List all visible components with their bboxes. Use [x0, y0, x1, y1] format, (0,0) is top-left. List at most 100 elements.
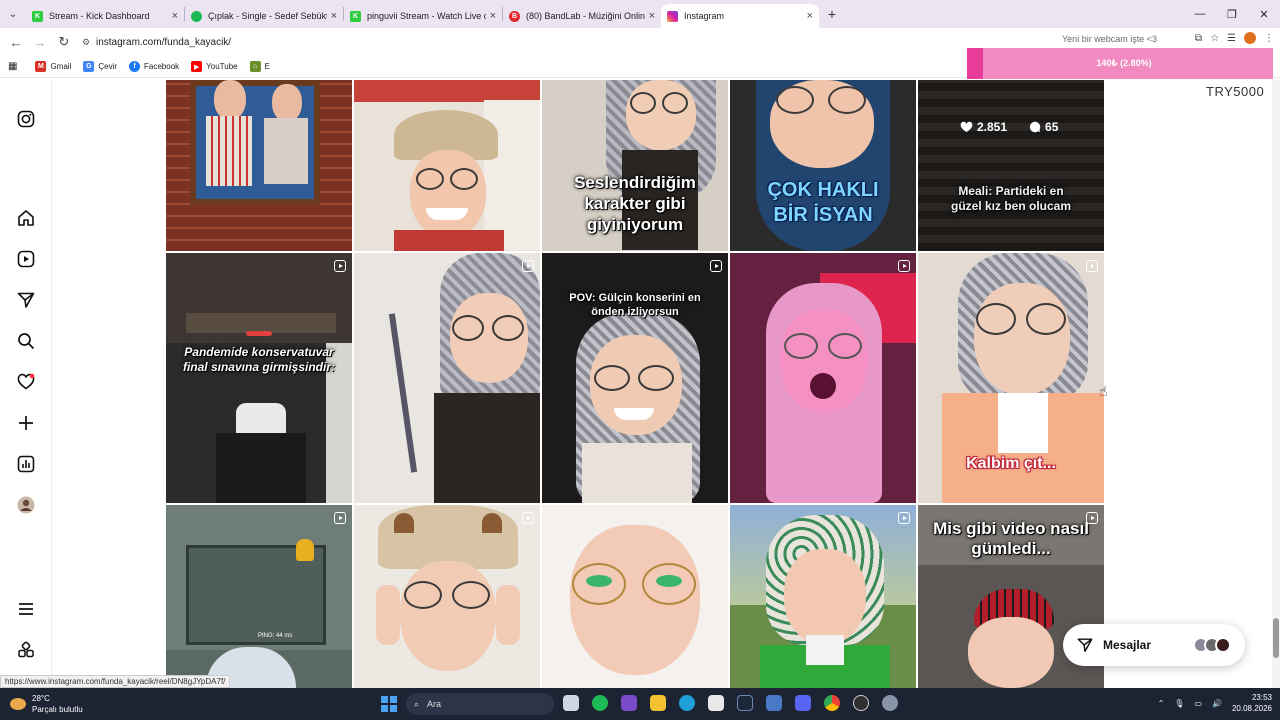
post-caption: Pandemide konservatuvar final sınavına g…: [182, 345, 336, 374]
bookmark-youtube[interactable]: ▶ YouTube: [191, 61, 238, 72]
edge-icon[interactable]: [679, 695, 695, 711]
scrollbar-thumb[interactable]: [1273, 618, 1279, 658]
reel-icon: [1086, 512, 1098, 524]
network-icon[interactable]: ▭: [1194, 699, 1202, 708]
close-tab-icon[interactable]: ×: [331, 10, 337, 22]
post-tile[interactable]: Pandemide konservatuvar final sınavına g…: [166, 253, 352, 503]
post-tile[interactable]: Kalbim çıt...: [918, 253, 1104, 503]
apps-grid-icon[interactable]: ▦: [8, 61, 17, 72]
post-tile[interactable]: 2.851 65 Meali: Partideki en güzel kız b…: [918, 80, 1104, 251]
restore-icon[interactable]: ❐: [1216, 0, 1248, 28]
reload-icon[interactable]: ↻: [52, 34, 76, 50]
bandlab-icon: B: [509, 10, 520, 22]
post-tile[interactable]: ÇOK HAKLI BİR İSYAN: [730, 80, 916, 251]
person-face: [410, 150, 486, 238]
reels-icon[interactable]: [17, 250, 35, 268]
discord-icon[interactable]: [795, 695, 811, 711]
kebab-menu-icon[interactable]: ⋮: [1264, 33, 1274, 44]
kick-icon: K: [350, 10, 361, 22]
bookmark-translate[interactable]: G Çevir: [83, 61, 117, 72]
close-tab-icon[interactable]: ×: [490, 10, 496, 22]
search-icon[interactable]: [17, 332, 35, 350]
taskbar-clock[interactable]: 23:53 20.08.2026: [1232, 692, 1272, 714]
start-windows-icon[interactable]: [381, 696, 397, 712]
person-figure: [214, 80, 246, 120]
tab-spotify[interactable]: Çıplak - Single - Sedef Sebüktekin ×: [185, 4, 343, 28]
dashboard-chart-icon[interactable]: [17, 455, 35, 473]
home-icon[interactable]: [17, 209, 35, 227]
tab-title: Instagram: [684, 11, 725, 21]
close-window-icon[interactable]: ✕: [1248, 0, 1280, 28]
instagram-icon: [667, 10, 678, 22]
close-tab-icon[interactable]: ×: [172, 10, 178, 22]
site-info-icon[interactable]: ⚙: [82, 37, 96, 48]
more-menu-icon[interactable]: [17, 600, 35, 618]
post-tile[interactable]: [166, 80, 352, 251]
minimize-icon[interactable]: —: [1184, 0, 1216, 28]
post-caption: Meali: Partideki en güzel kız ben olucam: [950, 184, 1072, 213]
create-plus-icon[interactable]: [17, 414, 35, 432]
tab-kick-dashboard[interactable]: K Stream - Kick Dashboard ×: [26, 4, 184, 28]
bookmark-facebook[interactable]: f Facebook: [129, 61, 179, 72]
file-explorer-icon[interactable]: [650, 695, 666, 711]
post-tile[interactable]: POV: Gülçin konserini en önden izliyorsu…: [542, 253, 728, 503]
post-tile[interactable]: [354, 505, 540, 688]
post-tile[interactable]: [730, 253, 916, 503]
tab-kick-stream[interactable]: K pinguvii Stream - Watch Live on Kick ×: [344, 4, 502, 28]
extensions-icon[interactable]: ⧉: [1195, 33, 1202, 44]
notifications-heart-icon[interactable]: [17, 373, 35, 391]
close-tab-icon[interactable]: ×: [649, 10, 655, 22]
bookmark-gmail[interactable]: M Gmail: [35, 61, 71, 72]
settings-gear-icon[interactable]: [882, 695, 898, 711]
task-view-icon[interactable]: [563, 695, 579, 711]
steam-icon[interactable]: [737, 695, 753, 711]
tab-bandlab[interactable]: B (80) BandLab - Müziğini Online ×: [503, 4, 661, 28]
back-arrow-icon[interactable]: ←: [4, 35, 28, 50]
tab-instagram[interactable]: Instagram ×: [661, 4, 819, 28]
weather-widget[interactable]: 28°C Parçalı bulutlu: [10, 693, 83, 715]
instagram-logo-icon[interactable]: [17, 110, 35, 128]
chrome-icon[interactable]: [824, 695, 840, 711]
app-icon[interactable]: [766, 695, 782, 711]
post-tile[interactable]: [354, 253, 540, 503]
app-icon[interactable]: [621, 695, 637, 711]
menu-list-icon[interactable]: ☰: [1227, 33, 1236, 44]
address-bar[interactable]: ⚙ instagram.com/funda_kayacik/: [82, 37, 231, 48]
translate-icon: G: [83, 61, 95, 72]
glasses-icon: [492, 315, 524, 341]
mic-icon[interactable]: 🎙: [1174, 699, 1184, 708]
profile-avatar-icon[interactable]: [17, 496, 35, 514]
close-tab-icon[interactable]: ×: [807, 10, 813, 22]
taskbar-search[interactable]: ⌕ Ara: [406, 693, 554, 715]
profile-avatar[interactable]: [1244, 32, 1256, 44]
glasses-icon: [404, 581, 442, 609]
direct-send-icon[interactable]: [17, 291, 35, 309]
avatar: [1215, 637, 1231, 653]
post-tile[interactable]: [354, 80, 540, 251]
forward-arrow-icon[interactable]: →: [28, 35, 52, 50]
comments-count: 65: [1029, 120, 1058, 134]
tab-title: Çıplak - Single - Sedef Sebüktekin: [208, 11, 327, 21]
store-icon[interactable]: [708, 695, 724, 711]
spotify-icon: [191, 10, 202, 22]
post-tile[interactable]: PING: 44 ms: [166, 505, 352, 688]
chevron-up-icon[interactable]: ⌃: [1158, 699, 1165, 708]
tab-search-button[interactable]: ⌄: [0, 0, 26, 28]
spotify-icon[interactable]: [592, 695, 608, 711]
bookmark-e-icon: ⌂: [249, 61, 261, 72]
partly-cloudy-icon: [10, 698, 26, 710]
obs-icon[interactable]: [853, 695, 869, 711]
volume-icon[interactable]: 🔊: [1212, 699, 1222, 708]
post-tile[interactable]: [542, 505, 728, 688]
also-from-meta-icon[interactable]: [17, 641, 35, 659]
bookmark-e[interactable]: ⌂ E: [249, 61, 270, 72]
post-tile[interactable]: Seslendirdiğim karakter gibi giyiniyorum: [542, 80, 728, 251]
messages-button[interactable]: Mesajlar: [1063, 624, 1245, 666]
mouse-cursor-icon: ☝: [1099, 383, 1108, 399]
glasses-icon: [828, 86, 866, 114]
new-tab-button[interactable]: +: [819, 6, 845, 22]
page-scrollbar[interactable]: [1272, 80, 1280, 688]
bookmark-star-icon[interactable]: ☆: [1210, 33, 1219, 44]
post-tile[interactable]: [730, 505, 916, 688]
tab-title: pinguvii Stream - Watch Live on Kick: [367, 11, 486, 21]
